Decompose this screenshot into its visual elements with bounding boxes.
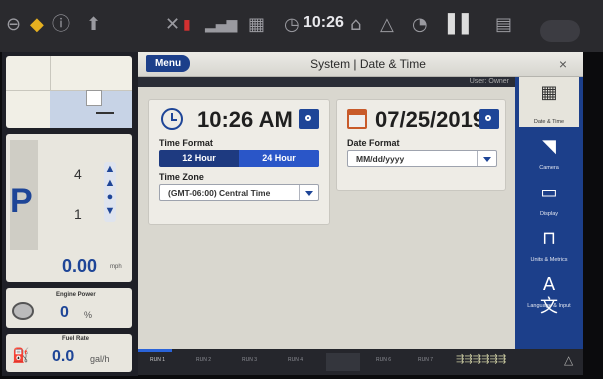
edit-date-button[interactable] [479, 109, 499, 129]
user-bar: User: Owner [138, 77, 515, 87]
system-settings-window: Menu System | Date & Time × User: Owner … [138, 52, 583, 349]
run-tab-7[interactable]: RUN 7 [418, 357, 433, 363]
nav-item-date-time[interactable]: ▦ Date & Time [519, 77, 579, 127]
fuel-rate-unit: gal/h [90, 354, 110, 364]
nav-item-camera[interactable]: ◥ Camera [519, 131, 579, 173]
clock-icon: ◷ [284, 14, 300, 35]
alert-badge-icon[interactable]: ▮ [183, 14, 191, 36]
stop-icon[interactable]: ⊖ [6, 14, 21, 36]
grid-icon[interactable]: ▦ [248, 14, 265, 36]
run-tab-2[interactable]: RUN 2 [196, 357, 211, 363]
vehicle-marker-icon [86, 90, 102, 106]
window-titlebar: Menu System | Date & Time × [138, 52, 583, 77]
current-time: 10:26 AM [197, 107, 293, 132]
format-12-hour-option[interactable]: 12 Hour [159, 150, 239, 167]
settings-side-nav: ▦ Date & Time ◥ Camera ▭ Display ⊓ Units… [515, 77, 583, 349]
run-tab-empty[interactable] [326, 353, 360, 371]
engine-power-unit: % [84, 310, 93, 320]
calendar-clock-icon: ▦ [540, 82, 558, 103]
close-icon[interactable]: × [559, 56, 567, 72]
nav-label-camera: Camera [539, 165, 559, 171]
forward-gear: 4 [74, 166, 82, 182]
nav-label-display: Display [539, 211, 559, 217]
clock-icon [161, 108, 183, 130]
warning-icon[interactable]: ◆ [30, 14, 44, 36]
implement-icon[interactable]: ▤ [495, 14, 512, 36]
tools-icon[interactable]: ✕ [165, 14, 180, 36]
time-zone-label: Time Zone [159, 172, 204, 182]
battery-icon: ⌂ [350, 14, 362, 35]
time-zone-select[interactable]: (GMT-06:00) Central Time [159, 184, 319, 201]
section-control-icon[interactable]: ⇶⇶⇶⇶⇶⇶ [456, 354, 506, 365]
edit-time-button[interactable] [299, 109, 319, 129]
nav-label-units-metrics: Units & Metrics [530, 257, 568, 263]
home-button[interactable] [540, 20, 580, 42]
run-tab-4[interactable]: RUN 4 [288, 357, 303, 363]
speed-value: 0.00 [62, 256, 98, 276]
run-tab-1[interactable]: RUN 1 [150, 357, 165, 363]
time-format-toggle[interactable]: 12 Hour 24 Hour [159, 150, 319, 167]
chevron-down-icon [477, 151, 496, 166]
time-card: 10:26 AM Time Format 12 Hour 24 Hour Tim… [148, 99, 330, 225]
reverse-gear: 1 [74, 206, 82, 222]
run-tab-6[interactable]: RUN 6 [376, 357, 391, 363]
chevron-down-icon [299, 185, 318, 200]
camera-icon: ◥ [542, 136, 556, 157]
current-date: 07/25/2019 [375, 107, 486, 132]
run-page-bar: RUN 1 RUN 2 RUN 3 RUN 4 RUN 6 RUN 7 ⇶⇶⇶⇶… [138, 349, 583, 375]
top-status-bar: ⊖ ◆ ⓘ ⬆ ✕ ▮ ▂▄▆ ▦ ◷ 10:26 ⌂ △ ◔ ▌▌ ▤ [0, 0, 603, 52]
engine-icon [12, 302, 34, 320]
left-status-panel: P 4 1 ▲ ▲ ● ▼ 0.00 mph Engine Power 0 % ⛽ F… [2, 52, 138, 376]
gear-indicator: P [10, 182, 33, 220]
monitor-icon: ▭ [540, 182, 558, 203]
fuel-rate-label: Fuel Rate [62, 336, 90, 342]
time-zone-value: (GMT-06:00) Central Time [168, 188, 271, 198]
clock-time: 10:26 [303, 14, 344, 31]
gear-shift-icon[interactable]: ▲ ▲ ● ▼ [104, 162, 116, 222]
map-preview[interactable] [6, 56, 132, 128]
window-title: System | Date & Time [310, 57, 426, 71]
date-format-value: MM/dd/yyyy [356, 154, 405, 164]
speed-unit: mph [110, 264, 122, 270]
date-card: 07/25/2019 Date Format MM/dd/yyyy [336, 99, 506, 191]
bars-icon[interactable]: ▌▌ [448, 14, 476, 36]
engine-power-panel[interactable]: Engine Power 0 % [6, 288, 132, 328]
transmission-panel[interactable]: P 4 1 ▲ ▲ ● ▼ 0.00 mph [6, 134, 132, 282]
units-icon: ⊓ [541, 228, 557, 249]
nav-item-units-metrics[interactable]: ⊓ Units & Metrics [519, 223, 579, 265]
nav-item-display[interactable]: ▭ Display [519, 177, 579, 219]
language-icon: A文 [540, 274, 558, 317]
fuel-rate-panel[interactable]: ⛽ Fuel Rate 0.0 gal/h [6, 334, 132, 372]
upload-arrow-icon[interactable]: ⬆ [86, 14, 101, 36]
signal-icon[interactable]: ▂▄▆ [205, 14, 237, 36]
nav-label-language-input: Language & Input [527, 303, 571, 309]
date-format-select[interactable]: MM/dd/yyyy [347, 150, 497, 167]
gauge-icon[interactable]: ◔ [412, 14, 428, 36]
engine-power-label: Engine Power [56, 292, 96, 298]
run-tab-3[interactable]: RUN 3 [242, 357, 257, 363]
date-format-label: Date Format [347, 138, 400, 148]
bell-icon[interactable]: △ [564, 353, 573, 367]
content-area: 10:26 AM Time Format 12 Hour 24 Hour Tim… [138, 87, 515, 349]
calendar-icon [347, 109, 367, 129]
fuel-pump-icon: ⛽ [12, 348, 30, 364]
nav-label-date-time: Date & Time [533, 119, 565, 125]
user-label: User: Owner [469, 78, 509, 85]
gps-icon[interactable]: △ [380, 14, 394, 36]
engine-power-value: 0 [60, 304, 69, 321]
time-format-label: Time Format [159, 138, 213, 148]
menu-button[interactable]: Menu [146, 55, 190, 72]
nav-item-language-input[interactable]: A文 Language & Input [519, 269, 579, 317]
fuel-rate-value: 0.0 [52, 348, 75, 365]
format-24-hour-option[interactable]: 24 Hour [239, 150, 319, 167]
info-icon[interactable]: ⓘ [52, 14, 70, 36]
